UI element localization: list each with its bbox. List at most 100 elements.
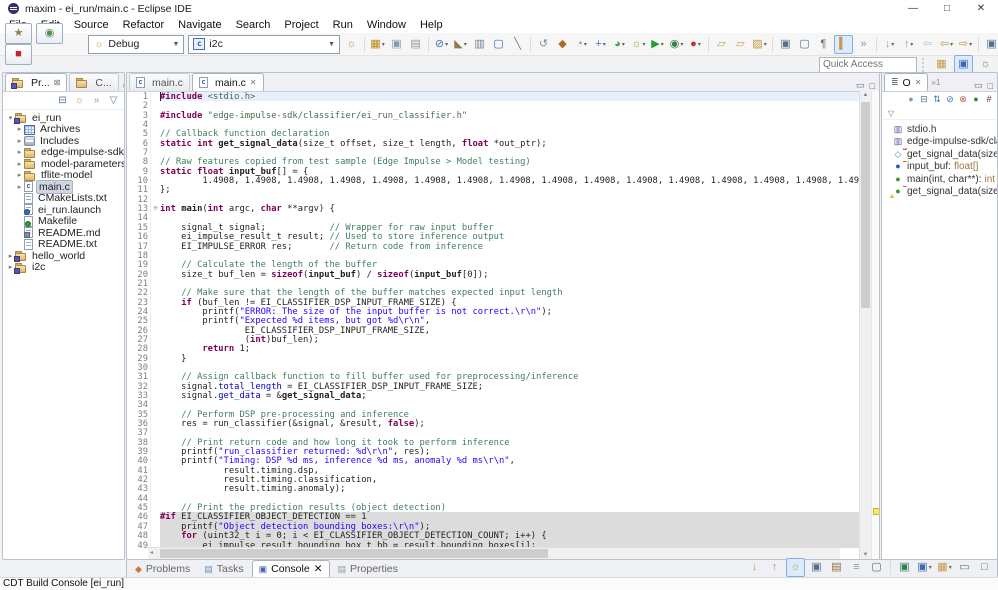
vertical-scroll-thumb[interactable] [861, 102, 870, 308]
profile-icon[interactable]: ◔ [573, 36, 590, 53]
minimize-view-icon[interactable]: ▭ [856, 80, 865, 91]
explorer-tab-1[interactable]: C... [69, 73, 118, 91]
refresh-icon[interactable]: ↺ [535, 36, 552, 53]
tree-arrow-icon[interactable]: ▸ [15, 125, 24, 133]
tab-overflow[interactable]: »1 [931, 78, 940, 87]
step-filters-icon[interactable]: » [855, 36, 872, 53]
outline-item-2[interactable]: ◇Sget_signal_data(size_t, si [882, 148, 997, 161]
bottom-tab-tasks[interactable]: ▤Tasks [198, 561, 249, 577]
open-resource-icon[interactable]: ▱ [732, 36, 749, 53]
bottom-tab-properties[interactable]: ▤Properties [332, 561, 404, 577]
fold-marker[interactable]: ⊖ [150, 204, 160, 213]
show-console-icon[interactable]: ▣ [808, 559, 825, 576]
next-edit-location-icon[interactable]: ↑ [900, 36, 917, 53]
clear-console-icon[interactable]: ▢ [868, 559, 885, 576]
console-view-icon[interactable]: ▢ [490, 36, 507, 53]
skip-breakpoints-icon[interactable]: ⊘ [433, 36, 450, 53]
build-icon[interactable]: ◣ [452, 36, 469, 53]
filters-icon[interactable]: # [983, 92, 995, 107]
flash-tool-button[interactable]: ★ [5, 23, 32, 44]
menu-navigate[interactable]: Navigate [171, 19, 228, 31]
tree-item-Archives[interactable]: ▸Archives [3, 124, 124, 136]
hide-non-public-icon[interactable]: ● [970, 92, 982, 107]
restore-view-icon[interactable]: ▣ [983, 36, 998, 53]
pin-console-icon[interactable]: ▣ [896, 559, 913, 576]
outline-item-1[interactable]: ▥edge-impulse-sdk/class [882, 136, 997, 149]
close-icon[interactable]: ✕ [314, 563, 323, 575]
sort-icon[interactable]: ⇅ [931, 92, 943, 107]
hide-fields-icon[interactable]: ⊘ [944, 92, 956, 107]
outline-tab[interactable]: ≣O✕ [884, 73, 928, 91]
close-icon[interactable]: ✕ [915, 78, 922, 87]
more-tools-icon[interactable]: » [89, 93, 104, 108]
open-perspective-icon[interactable]: ▦ [933, 56, 950, 73]
tree-item-main.c[interactable]: ▸main.c [3, 181, 124, 193]
debug-tool-button[interactable]: ◉ [36, 23, 63, 44]
back-disabled-icon[interactable]: ⇦ [919, 36, 936, 53]
scroll-to-bottom-icon[interactable]: ↓ [746, 559, 763, 576]
tree-item-ei_run.launch[interactable]: ei_run.launch [3, 204, 124, 216]
forward-icon[interactable]: ⇨ [957, 36, 974, 53]
outline-item-0[interactable]: ▥stdio.h [882, 123, 997, 136]
hide-static-icon[interactable]: ⊗ [957, 92, 969, 107]
menu-refactor[interactable]: Refactor [116, 19, 172, 31]
tree-item-README.txt[interactable]: README.txt [3, 239, 124, 251]
bottom-tab-problems[interactable]: ◆Problems [129, 561, 196, 577]
launch-mode-combo[interactable]: ☼ Debug ▼ [88, 35, 184, 54]
mark-occurrences-icon[interactable]: ▍ [834, 35, 853, 54]
menu-search[interactable]: Search [229, 19, 278, 31]
show-whitespace-icon[interactable]: ¶ [815, 36, 832, 53]
link-with-editor-icon[interactable]: ☼ [72, 93, 87, 108]
save-all-icon[interactable]: ▤ [407, 36, 424, 53]
open-console-icon[interactable]: ▦ [936, 559, 953, 576]
search-brush-icon[interactable]: ▨ [751, 36, 768, 53]
horizontal-scroll-thumb[interactable] [160, 549, 548, 558]
tree-arrow-icon[interactable]: ▸ [15, 171, 24, 179]
vertical-scrollbar[interactable]: ▲ ▼ [859, 91, 871, 559]
tree-arrow-icon[interactable]: ▸ [15, 148, 24, 156]
lock-console-icon[interactable]: ▤ [828, 559, 845, 576]
tree-item-model-parameters[interactable]: ▸model-parameters [3, 158, 124, 170]
external-tools-icon[interactable]: ☼ [630, 36, 647, 53]
outline-item-3[interactable]: ●Sinput_buf :float[] [882, 161, 997, 174]
launch-config-gear-icon[interactable]: ☼ [343, 36, 360, 53]
open-type-icon[interactable]: ▱ [713, 36, 730, 53]
tree-arrow-icon[interactable]: ▸ [15, 183, 24, 191]
word-wrap-icon[interactable]: ≡ [848, 559, 865, 576]
debug-attach-icon[interactable]: ◆ [554, 36, 571, 53]
maximize-view-icon[interactable]: □ [976, 559, 993, 576]
menu-help[interactable]: Help [413, 19, 450, 31]
tree-item-hello_world[interactable]: ▸hello_world [3, 250, 124, 262]
run-icon[interactable]: ▶ [649, 36, 666, 53]
minimize-button[interactable]: — [896, 0, 930, 17]
scroll-left-arrow-icon[interactable]: ◂ [150, 548, 153, 559]
tree-item-Includes[interactable]: ▸Includes [3, 135, 124, 147]
maximize-view-icon[interactable]: □ [870, 81, 875, 91]
minimize-view-icon[interactable]: ▭ [123, 80, 125, 91]
collapse-all-icon[interactable]: ⊟ [918, 92, 930, 107]
close-icon[interactable]: ⊠ [54, 78, 61, 87]
bottom-tab-console[interactable]: ▣Console✕ [252, 560, 330, 577]
minimize-view-icon[interactable]: ▭ [974, 80, 983, 91]
minimize-view-icon[interactable]: ▭ [956, 559, 973, 576]
menu-run[interactable]: Run [326, 19, 360, 31]
focus-icon[interactable]: ● [905, 92, 917, 107]
menu-window[interactable]: Window [360, 19, 413, 31]
launch-target-combo[interactable]: c i2c ▼ [188, 35, 340, 54]
tree-item-i2c[interactable]: ▸i2c [3, 262, 124, 274]
maximize-button[interactable]: □ [930, 0, 964, 17]
display-console-icon[interactable]: ▣ [916, 559, 933, 576]
tree-arrow-icon[interactable]: ▸ [15, 137, 24, 145]
profile-as-icon[interactable]: ● [687, 36, 704, 53]
scroll-up-arrow-icon[interactable]: ▲ [860, 92, 871, 98]
scroll-to-top-icon[interactable]: ↑ [766, 559, 783, 576]
maximize-view-icon[interactable]: □ [988, 81, 993, 91]
tree-arrow-icon[interactable]: ▸ [15, 160, 24, 168]
mark-icon[interactable]: ╲ [509, 36, 526, 53]
stop-button[interactable]: ■ [5, 44, 32, 65]
pin-editor-icon[interactable]: ▣ [777, 36, 794, 53]
outline-item-4[interactable]: ●main(int, char**) :int [882, 173, 997, 186]
collapse-all-icon[interactable]: ⊟ [55, 93, 70, 108]
new-wizard-icon[interactable]: ▦ [369, 36, 386, 53]
view-menu-icon[interactable]: ▽ [106, 93, 121, 108]
